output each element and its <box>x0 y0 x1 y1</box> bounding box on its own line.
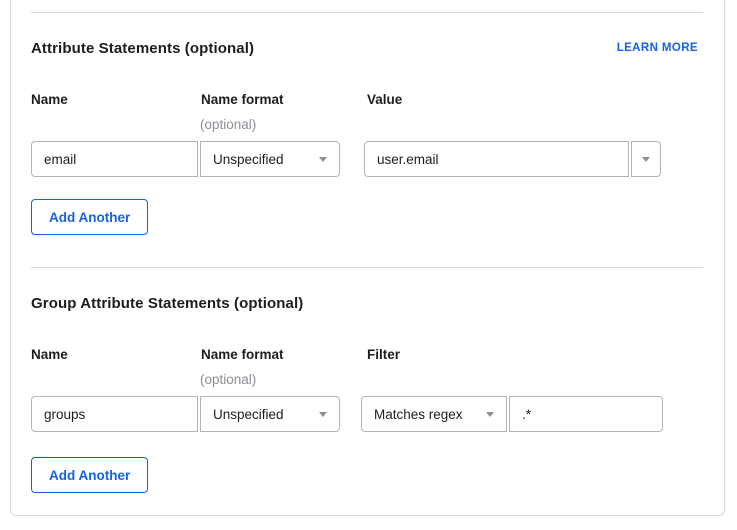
dropdown-caret-icon <box>642 157 650 162</box>
attribute-name-format-select[interactable]: Unspecified <box>200 141 340 177</box>
add-another-group-attribute-button[interactable]: Add Another <box>31 457 148 493</box>
dropdown-caret-icon <box>319 157 327 162</box>
group-attribute-name-input[interactable] <box>32 397 197 431</box>
group-attribute-name-field <box>31 396 198 432</box>
group-attribute-name-format-select[interactable]: Unspecified <box>200 396 340 432</box>
column-header-value: Value <box>367 92 402 107</box>
attribute-statements-title: Attribute Statements (optional) <box>31 40 254 57</box>
column-header-name-format: Name format <box>201 92 284 107</box>
column-header-name-format: Name format <box>201 347 284 362</box>
group-filter-type-value: Matches regex <box>374 407 463 422</box>
group-filter-type-select[interactable]: Matches regex <box>361 396 507 432</box>
add-another-attribute-button[interactable]: Add Another <box>31 199 148 235</box>
column-header-name-format-note: (optional) <box>200 372 256 387</box>
group-filter-value-input[interactable] <box>510 397 662 431</box>
attribute-name-field <box>31 141 198 177</box>
column-header-name: Name <box>31 92 68 107</box>
column-header-name: Name <box>31 347 68 362</box>
attribute-value-input[interactable] <box>365 142 628 176</box>
dropdown-caret-icon <box>486 412 494 417</box>
attribute-name-input[interactable] <box>32 142 197 176</box>
learn-more-link[interactable]: LEARN MORE <box>617 42 698 54</box>
attribute-value-field <box>364 141 629 177</box>
group-attribute-statements-title: Group Attribute Statements (optional) <box>31 295 303 312</box>
attribute-name-format-value: Unspecified <box>213 152 284 167</box>
section-divider-middle <box>31 267 703 268</box>
group-filter-value-field <box>509 396 663 432</box>
attribute-value-dropdown-button[interactable] <box>631 141 661 177</box>
column-header-filter: Filter <box>367 347 400 362</box>
saml-settings-card: Attribute Statements (optional) LEARN MO… <box>10 0 725 516</box>
section-divider-top <box>31 12 703 13</box>
dropdown-caret-icon <box>319 412 327 417</box>
column-header-name-format-note: (optional) <box>200 117 256 132</box>
group-attribute-name-format-value: Unspecified <box>213 407 284 422</box>
